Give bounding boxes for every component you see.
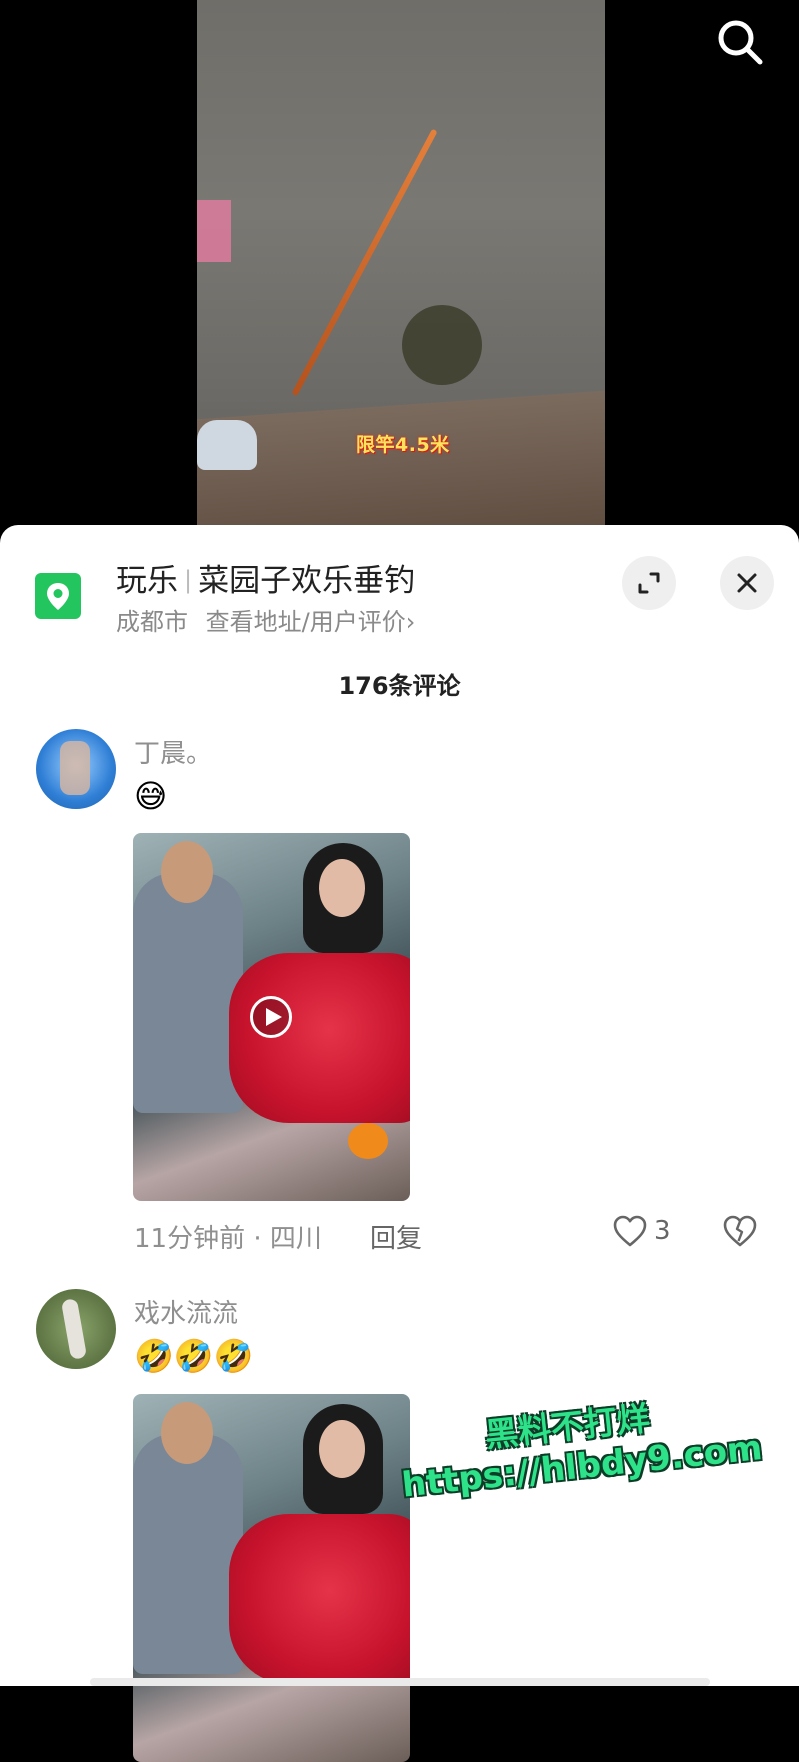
search-button[interactable] [712,14,768,70]
comment-username[interactable]: 戏水流流 [134,1293,238,1330]
video-caption: 限竿4.5米 [356,434,450,456]
location-subtitle[interactable]: 成都市 查看地址/用户评价› [116,602,415,637]
thumbnail-person [133,873,243,1113]
search-icon [718,20,763,65]
expand-button[interactable] [622,556,676,610]
avatar[interactable] [36,1289,116,1369]
location-city: 成都市 [116,608,188,636]
fish-shape [402,305,482,385]
comment-video-thumbnail[interactable] [133,833,410,1201]
comment-video-thumbnail[interactable] [133,1394,410,1762]
comment-username[interactable]: 丁晨。 [134,733,212,770]
thumbnail-person [133,1434,243,1674]
landing-net [197,200,231,262]
reply-button[interactable]: 回复 [370,1218,422,1255]
close-icon [737,573,757,593]
heart-icon [613,1215,647,1247]
thumbnail-quilt [229,953,410,1123]
location-title[interactable]: 玩乐 | 菜园子欢乐垂钓 [116,555,415,600]
broken-heart-icon [723,1215,757,1247]
address-reviews-link[interactable]: 查看地址/用户评价 [206,608,406,636]
bottom-edge [90,1678,710,1686]
title-separator: | [184,566,193,594]
dislike-button[interactable] [722,1214,758,1251]
thumbnail-face [319,859,365,917]
close-button[interactable] [720,556,774,610]
expand-icon [638,572,660,594]
location-name: 菜园子欢乐垂钓 [198,563,416,599]
location-badge[interactable] [35,573,81,619]
like-button[interactable]: 3 [612,1214,671,1248]
comments-count: 176条评论 [338,672,461,700]
thumbnail-quilt [229,1514,410,1684]
map-pin-icon [47,583,69,610]
comment-emoji: 🤣🤣🤣 [134,1337,254,1375]
chevron-right-icon: › [405,608,416,636]
location-category: 玩乐 [116,563,178,599]
thumbnail-orange [348,1123,388,1159]
shoe-shape [197,420,257,470]
avatar[interactable] [36,729,116,809]
play-icon[interactable] [250,996,292,1038]
comment-emoji: 😅 [134,777,168,815]
comment-time-location: 11分钟前 · 四川 [134,1224,322,1254]
like-count: 3 [654,1216,671,1246]
thumbnail-face [319,1420,365,1478]
thumbnail-head [161,841,213,903]
video-player[interactable]: 限竿4.5米 [0,0,799,530]
thumbnail-head [161,1402,213,1464]
wooden-dock [197,390,605,530]
